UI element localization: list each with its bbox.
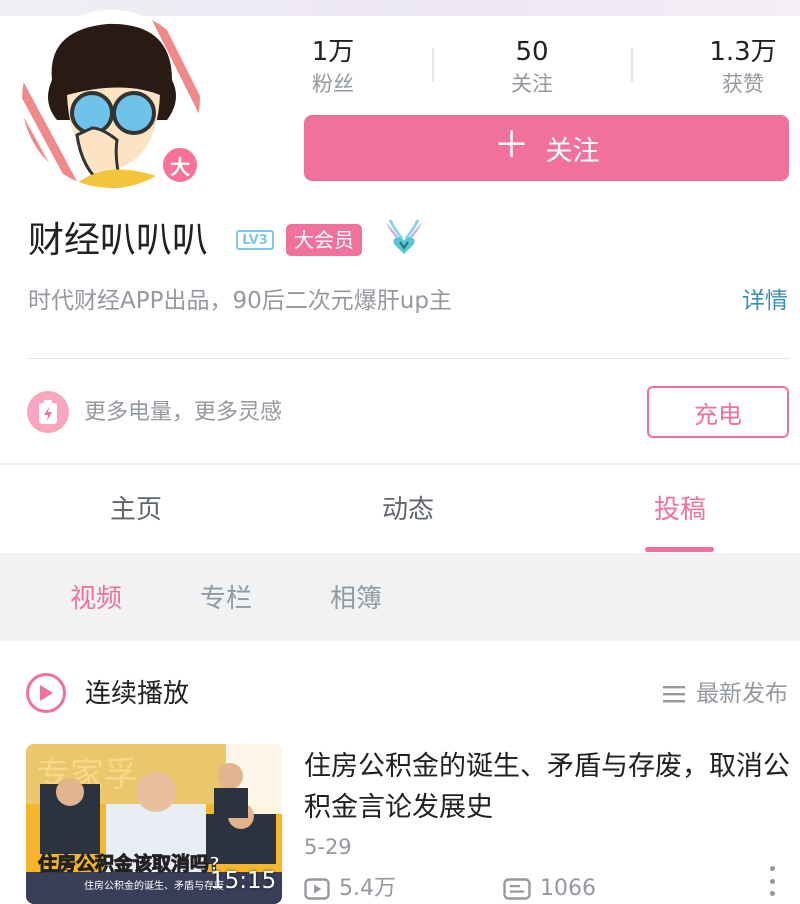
danmaku-icon	[503, 878, 531, 900]
stat-divider	[631, 48, 633, 82]
stat-fans[interactable]: 1万 粉丝	[258, 36, 408, 98]
thumbnail-caption: 住房公积金该取消吗?	[38, 852, 220, 875]
section-divider	[0, 463, 800, 465]
stat-likes[interactable]: 1.3万 获赞	[668, 36, 800, 98]
video-views-count: 5.4万	[339, 876, 396, 901]
stat-divider	[432, 48, 434, 82]
video-date: 5-29	[304, 835, 352, 859]
video-danmaku-count: 1066	[540, 876, 596, 901]
heart-wings-icon[interactable]	[382, 216, 426, 260]
follow-button[interactable]: ＋ 关注	[304, 115, 789, 181]
tab-indicator	[645, 547, 714, 552]
detail-link[interactable]: 详情	[742, 284, 788, 318]
profile-bio: 时代财经APP出品，90后二次元爆肝up主	[28, 288, 452, 314]
sort-label: 最新发布	[696, 681, 788, 707]
continuous-play-label[interactable]: 连续播放	[85, 674, 189, 714]
play-circle-icon[interactable]	[26, 673, 66, 713]
video-title[interactable]: 住房公积金的诞生、矛盾与存废，取消公积金言论发展史	[304, 746, 794, 828]
member-badge[interactable]: 大会员	[286, 224, 362, 256]
stat-fans-label: 粉丝	[312, 72, 354, 96]
tab-dynamics[interactable]: 动态	[343, 490, 473, 530]
list-icon	[663, 686, 685, 703]
tab-posts[interactable]: 投稿	[615, 490, 745, 530]
play-count-icon	[304, 878, 330, 900]
plus-icon: ＋	[493, 125, 530, 166]
level-badge: LV3	[236, 230, 274, 250]
stat-likes-value: 1.3万	[709, 37, 777, 67]
video-danmaku: 1066	[503, 874, 596, 904]
profile-name: 财经叭叭叭	[28, 220, 209, 261]
follow-button-label: 关注	[545, 135, 600, 167]
charge-button[interactable]: 充电	[647, 386, 789, 438]
thumbnail-subcaption: 住房公积金的诞生、矛盾与存废	[84, 879, 224, 892]
subtab-albums[interactable]: 相簿	[330, 579, 382, 619]
charge-text: 更多电量，更多灵感	[84, 400, 283, 425]
tab-home[interactable]: 主页	[71, 490, 201, 530]
divider	[28, 358, 790, 359]
more-options-icon[interactable]	[766, 866, 778, 896]
video-duration: 15:15	[210, 868, 277, 894]
subtab-articles[interactable]: 专栏	[200, 579, 252, 619]
sort-menu[interactable]: 最新发布	[662, 676, 788, 712]
stat-following[interactable]: 50 关注	[457, 36, 607, 98]
subtab-videos[interactable]: 视频	[70, 579, 122, 619]
vip-badge: 大	[160, 145, 200, 185]
stat-fans-value: 1万	[311, 37, 355, 67]
battery-icon	[27, 391, 69, 433]
stat-following-value: 50	[515, 37, 549, 67]
video-views: 5.4万	[304, 874, 396, 904]
stat-following-label: 关注	[511, 72, 553, 96]
stat-likes-label: 获赞	[722, 72, 764, 96]
